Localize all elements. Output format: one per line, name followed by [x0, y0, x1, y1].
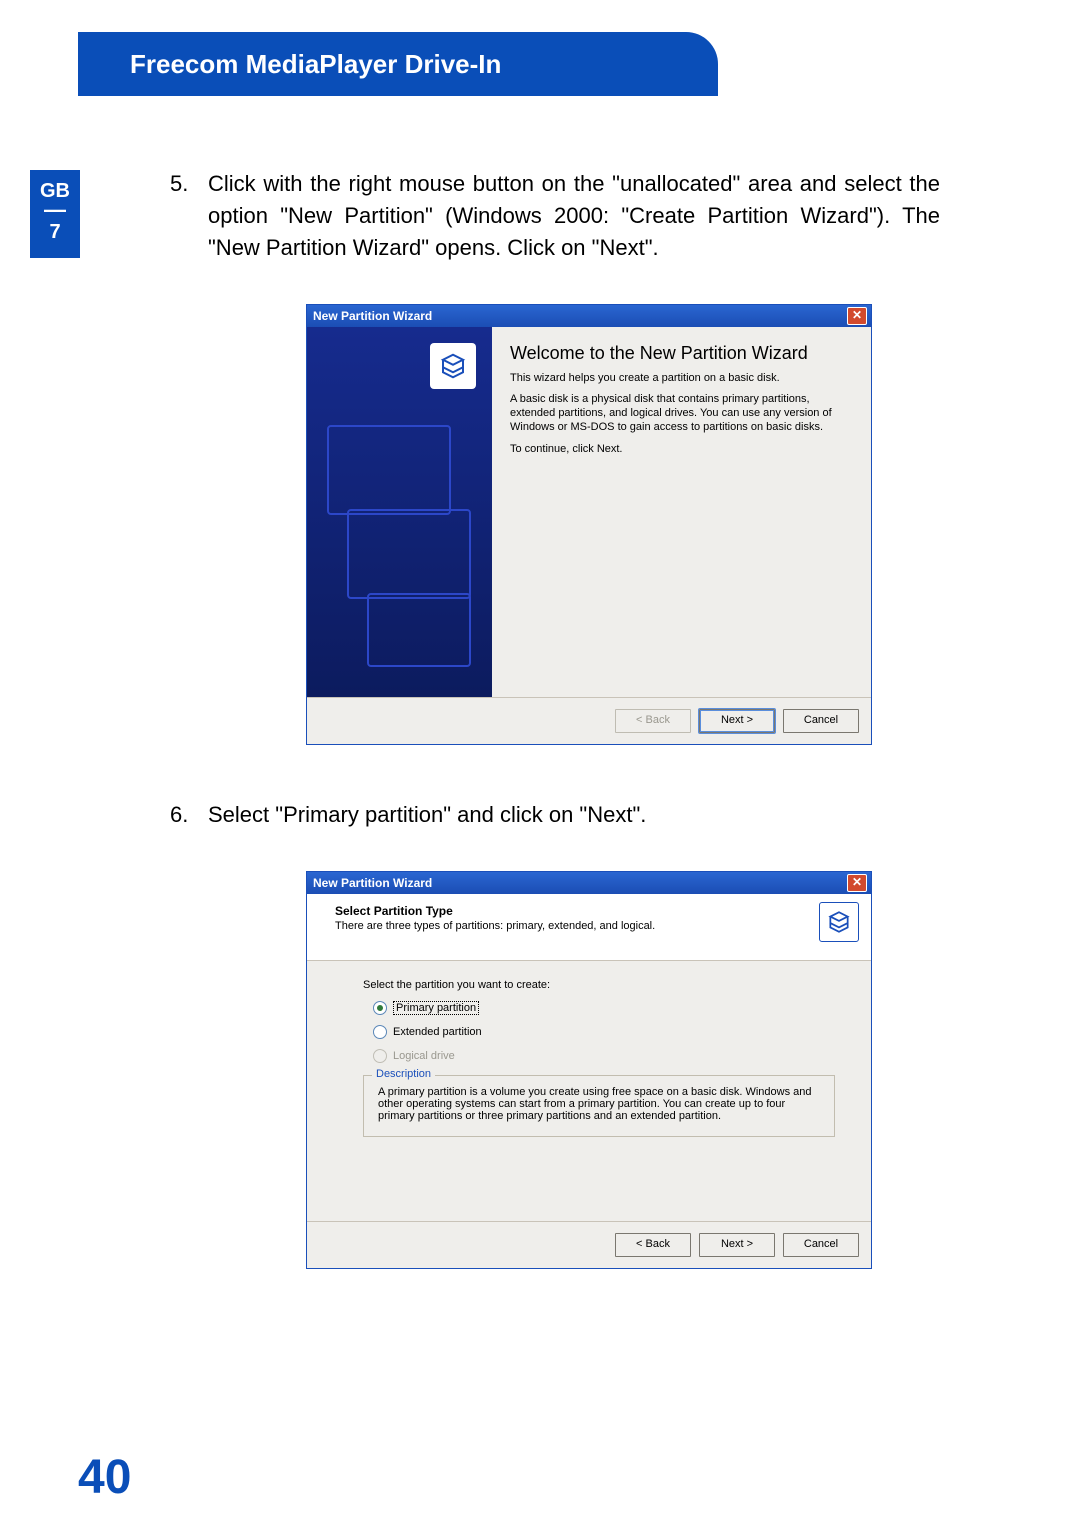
figure-wizard-partition-type: New Partition Wizard ✕ Select Partition …: [306, 871, 872, 1269]
document-page: Freecom MediaPlayer Drive-In GB — 7 5. C…: [0, 0, 1080, 1529]
description-group: A primary partition is a volume you crea…: [363, 1075, 835, 1137]
page-number: 40: [78, 1450, 131, 1505]
radio-icon: [373, 1025, 387, 1039]
wizard2-header-subtitle: There are three types of partitions: pri…: [335, 920, 857, 932]
wizard2-window: New Partition Wizard ✕ Select Partition …: [306, 871, 872, 1269]
wizard1-paragraph-3: To continue, click Next.: [510, 443, 849, 457]
header-title: Freecom MediaPlayer Drive-In: [130, 49, 501, 80]
radio-primary-label: Primary partition: [393, 1001, 479, 1015]
cancel-button[interactable]: Cancel: [783, 709, 859, 733]
step-5-text: Click with the right mouse button on the…: [208, 168, 940, 264]
wizard2-button-row: < Back Next > Cancel: [307, 1221, 871, 1268]
step-6-number: 6.: [170, 799, 208, 831]
radio-primary-partition[interactable]: Primary partition: [373, 1001, 835, 1015]
wizard1-banner: [307, 327, 492, 697]
back-button: < Back: [615, 709, 691, 733]
radio-logical-drive: Logical drive: [373, 1049, 835, 1063]
wizard1-heading: Welcome to the New Partition Wizard: [510, 343, 849, 364]
wizard1-body: Welcome to the New Partition Wizard This…: [307, 327, 871, 697]
radio-icon: [373, 1001, 387, 1015]
wizard1-button-row: < Back Next > Cancel: [307, 697, 871, 744]
body-column: 5. Click with the right mouse button on …: [170, 168, 940, 1323]
step-6: 6. Select "Primary partition" and click …: [170, 799, 940, 831]
description-text: A primary partition is a volume you crea…: [378, 1086, 812, 1122]
side-tab-divider: —: [30, 197, 80, 223]
wizard2-title: New Partition Wizard: [313, 876, 432, 890]
cancel-button[interactable]: Cancel: [783, 1233, 859, 1257]
disk-icon: [430, 343, 476, 389]
radio-icon: [373, 1049, 387, 1063]
wizard2-prompt: Select the partition you want to create:: [363, 979, 835, 991]
wizard1-titlebar: New Partition Wizard ✕: [307, 305, 871, 327]
wizard1-content: Welcome to the New Partition Wizard This…: [492, 327, 871, 697]
radio-extended-label: Extended partition: [393, 1026, 482, 1038]
side-tab: GB — 7: [30, 170, 80, 258]
step-5: 5. Click with the right mouse button on …: [170, 168, 940, 264]
wizard2-body: Select the partition you want to create:…: [307, 961, 871, 1221]
step-6-text: Select "Primary partition" and click on …: [208, 799, 940, 831]
wizard1-window: New Partition Wizard ✕: [306, 304, 872, 745]
wizard1-title: New Partition Wizard: [313, 309, 432, 323]
wizard2-header-title: Select Partition Type: [335, 904, 857, 918]
figure-wizard-welcome: New Partition Wizard ✕: [306, 304, 872, 745]
close-icon[interactable]: ✕: [847, 874, 867, 892]
wizard2-header: Select Partition Type There are three ty…: [307, 894, 871, 961]
radio-logical-label: Logical drive: [393, 1050, 455, 1062]
wizard2-titlebar: New Partition Wizard ✕: [307, 872, 871, 894]
side-tab-chapter: 7: [30, 221, 80, 244]
radio-extended-partition[interactable]: Extended partition: [373, 1025, 835, 1039]
step-5-number: 5.: [170, 168, 208, 264]
close-icon[interactable]: ✕: [847, 307, 867, 325]
header-tab: Freecom MediaPlayer Drive-In: [78, 32, 718, 96]
disk-stack-art: [319, 417, 480, 677]
disk-icon: [819, 902, 859, 942]
wizard1-paragraph-2: A basic disk is a physical disk that con…: [510, 393, 849, 434]
next-button[interactable]: Next >: [699, 1233, 775, 1257]
wizard1-paragraph-1: This wizard helps you create a partition…: [510, 372, 849, 386]
next-button[interactable]: Next >: [699, 709, 775, 733]
back-button[interactable]: < Back: [615, 1233, 691, 1257]
